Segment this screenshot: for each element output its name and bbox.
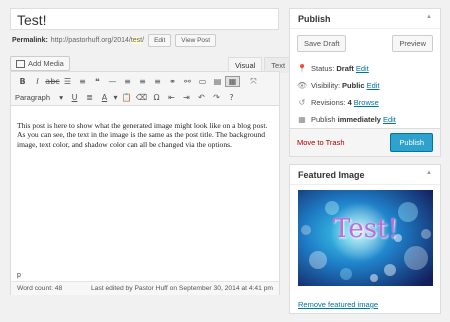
collapse-arrow-icon[interactable]: ▲: [426, 170, 432, 179]
publish-button[interactable]: Publish: [390, 133, 433, 152]
paste-text-icon[interactable]: 📋: [119, 93, 134, 102]
status-edit-link[interactable]: Edit: [356, 64, 369, 73]
redo-icon[interactable]: ↷: [209, 93, 224, 102]
align-center-icon[interactable]: ≡: [135, 77, 150, 86]
add-media-label: Add Media: [28, 59, 64, 68]
featured-image-header[interactable]: Featured Image ▲: [290, 165, 440, 185]
bold-icon[interactable]: B: [15, 77, 30, 86]
text-color-dropdown-icon[interactable]: ▾: [112, 93, 119, 102]
fullscreen-icon[interactable]: ⤧: [246, 77, 261, 87]
publish-value: immediately: [337, 115, 381, 124]
browse-revisions-link[interactable]: Browse: [354, 98, 379, 107]
add-media-button[interactable]: Add Media: [10, 56, 70, 71]
eye-icon: 👁: [297, 81, 308, 90]
undo-icon[interactable]: ↶: [194, 93, 209, 102]
post-editor: B I abc ☰ ≡ ❝ — ≡ ≡ ≡ ⚭ ⚯ ▭ ▤ ▦ ⤧ Paragr…: [10, 71, 280, 295]
status-label: Status:: [311, 64, 335, 73]
featured-image-heading: Featured Image: [298, 170, 365, 180]
strikethrough-icon[interactable]: abc: [45, 77, 60, 86]
publish-footer: Move to Trash Publish: [290, 128, 440, 156]
permalink-base: http://pastorhuff.org/2014/: [50, 37, 131, 44]
collapse-arrow-icon[interactable]: ▲: [426, 14, 432, 23]
publish-label: Publish: [311, 115, 336, 124]
publish-box: Publish ▲ Save Draft Preview 📍 Status: D…: [289, 8, 441, 157]
featured-image-box: Featured Image ▲ Test! Remove featured i…: [289, 164, 441, 314]
revisions-row: ↺ Revisions: 4 Browse: [297, 98, 379, 107]
status-row: 📍 Status: Draft Edit: [297, 64, 369, 73]
toolbar-toggle-icon[interactable]: ▤: [210, 77, 225, 86]
schedule-row: ▦ Publish immediately Edit: [297, 115, 396, 124]
preview-button[interactable]: Preview: [392, 35, 433, 52]
visibility-row: 👁 Visibility: Public Edit: [297, 81, 380, 90]
bullet-list-icon[interactable]: ☰: [60, 77, 75, 86]
featured-image[interactable]: Test!: [298, 190, 433, 286]
publish-heading: Publish: [298, 14, 331, 24]
visibility-value: Public: [342, 81, 365, 90]
status-value: Draft: [336, 64, 354, 73]
align-right-icon[interactable]: ≡: [150, 77, 165, 86]
featured-image-text: Test!: [333, 214, 398, 244]
help-icon[interactable]: ?: [224, 93, 239, 102]
format-select-value: Paragraph: [15, 93, 51, 102]
revisions-value: 4: [347, 98, 352, 107]
blockquote-icon[interactable]: ❝: [90, 77, 105, 86]
permalink-row: Permalink: http://pastorhuff.org/2014/te…: [12, 34, 217, 47]
visibility-edit-link[interactable]: Edit: [367, 81, 380, 90]
format-select[interactable]: Paragraph ▾: [15, 93, 67, 102]
kitchen-sink-icon[interactable]: ▦: [225, 76, 240, 87]
save-draft-button[interactable]: Save Draft: [297, 35, 347, 52]
remove-featured-image-link[interactable]: Remove featured image: [298, 300, 378, 309]
calendar-icon: ▦: [298, 115, 306, 124]
indent-icon[interactable]: ⇥: [179, 93, 194, 102]
permalink-edit-button[interactable]: Edit: [148, 34, 172, 47]
permalink-slug[interactable]: test: [130, 37, 143, 44]
clear-formatting-icon[interactable]: ⌫: [134, 93, 149, 102]
editor-status-bar: Word count: 48 Last edited by Pastor Huf…: [11, 281, 279, 295]
pin-icon: 📍: [297, 64, 307, 73]
last-edited: Last edited by Pastor Huff on September …: [90, 285, 273, 292]
view-post-button[interactable]: View Post: [175, 34, 217, 47]
text-color-icon[interactable]: A: [97, 93, 112, 102]
italic-icon[interactable]: I: [30, 77, 45, 86]
permalink-label: Permalink:: [12, 37, 48, 44]
unlink-icon[interactable]: ⚯: [180, 77, 195, 86]
link-icon[interactable]: ⚭: [165, 77, 180, 86]
schedule-edit-link[interactable]: Edit: [383, 115, 396, 124]
outdent-icon[interactable]: ⇤: [164, 93, 179, 102]
revisions-icon: ↺: [298, 98, 306, 107]
horizontal-line-icon[interactable]: —: [105, 77, 120, 86]
editor-content[interactable]: This post is here to show what the gener…: [11, 106, 279, 149]
underline-icon[interactable]: U: [67, 93, 82, 102]
visibility-label: Visibility:: [311, 81, 341, 90]
chevron-down-icon: ▾: [59, 93, 63, 102]
revisions-label: Revisions:: [311, 98, 346, 107]
align-left-icon[interactable]: ≡: [120, 77, 135, 86]
permalink-trail: /: [142, 37, 145, 44]
post-title-input[interactable]: Test!: [10, 8, 279, 30]
publish-header[interactable]: Publish ▲: [290, 9, 440, 29]
numbered-list-icon[interactable]: ≡: [75, 77, 90, 86]
media-icon: [16, 59, 25, 68]
special-character-icon[interactable]: Ω: [149, 93, 164, 102]
editor-toolbar: B I abc ☰ ≡ ❝ — ≡ ≡ ≡ ⚭ ⚯ ▭ ▤ ▦ ⤧ Paragr…: [11, 72, 279, 106]
word-count: Word count: 48: [17, 285, 63, 292]
justify-icon[interactable]: ≣: [82, 93, 97, 102]
insert-more-icon[interactable]: ▭: [195, 77, 210, 86]
move-to-trash-link[interactable]: Move to Trash: [297, 138, 345, 147]
element-path: p: [17, 272, 21, 279]
